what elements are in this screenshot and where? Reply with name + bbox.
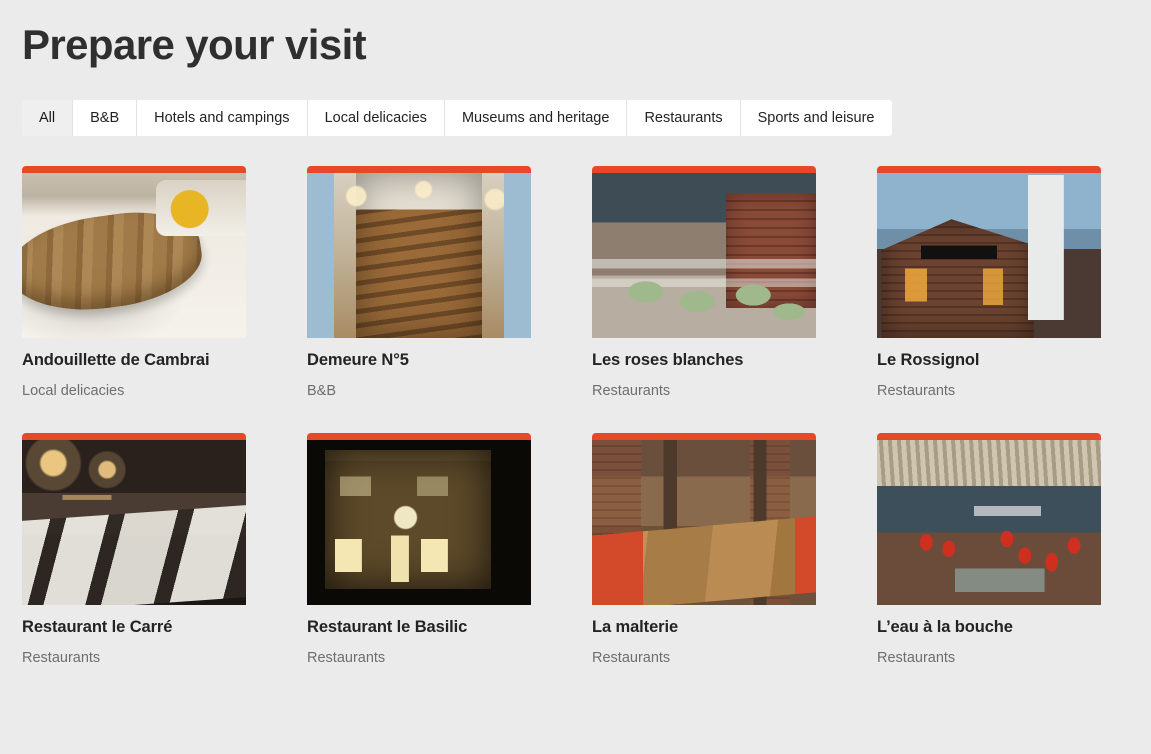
tab-restaurants[interactable]: Restaurants bbox=[627, 100, 741, 136]
card-image-art bbox=[592, 173, 816, 338]
card-title[interactable]: La malterie bbox=[592, 618, 816, 638]
prepare-your-visit-page: Prepare your visit All B&B Hotels and camp… bbox=[0, 0, 1151, 754]
elegant-dining-room-chandeliers-photo[interactable] bbox=[22, 440, 246, 606]
category-filter-tabbar: All B&B Hotels and campings Local delicacie… bbox=[22, 100, 892, 136]
card-title[interactable]: L’eau à la bouche bbox=[877, 618, 1101, 638]
card-image-art bbox=[307, 173, 531, 338]
card-accent-bar bbox=[592, 166, 816, 173]
tab-museums-and-heritage[interactable]: Museums and heritage bbox=[444, 100, 628, 136]
card-title[interactable]: Andouillette de Cambrai bbox=[22, 351, 246, 371]
card-category: Restaurants bbox=[592, 649, 671, 666]
card-title[interactable]: Demeure N°5 bbox=[307, 351, 531, 371]
card-image-art bbox=[22, 173, 246, 338]
card-title[interactable]: Restaurant le Basilic bbox=[307, 618, 531, 638]
listing-card[interactable]: Andouillette de Cambrai Local delicacies bbox=[22, 166, 246, 400]
listing-card[interactable]: La malterie Restaurants bbox=[592, 433, 816, 667]
card-image-art bbox=[307, 440, 531, 606]
listing-card[interactable]: Le Rossignol Restaurants bbox=[877, 166, 1101, 400]
card-category: Restaurants bbox=[877, 649, 956, 666]
card-accent-bar bbox=[877, 433, 1101, 441]
card-category: Restaurants bbox=[307, 649, 386, 666]
card-image-art bbox=[592, 440, 816, 606]
card-accent-bar bbox=[307, 166, 531, 173]
bistro-interior-green-chairs-photo[interactable] bbox=[592, 173, 816, 338]
tab-sports-and-leisure[interactable]: Sports and leisure bbox=[740, 100, 892, 136]
tab-local-delicacies[interactable]: Local delicacies bbox=[307, 100, 445, 136]
card-accent-bar bbox=[592, 433, 816, 441]
card-accent-bar bbox=[22, 166, 246, 173]
tab-hotels-and-campings[interactable]: Hotels and campings bbox=[137, 100, 308, 136]
guesthouse-hallway-staircase-photo[interactable] bbox=[307, 173, 531, 338]
card-title[interactable]: Restaurant le Carré bbox=[22, 618, 246, 638]
listing-card-grid: Andouillette de Cambrai Local delicacies D… bbox=[22, 166, 1129, 667]
brick-restaurant-facade-dusk-photo[interactable] bbox=[877, 173, 1101, 338]
card-accent-bar bbox=[877, 166, 1101, 173]
listing-card[interactable]: Restaurant le Carré Restaurants bbox=[22, 433, 246, 667]
card-accent-bar bbox=[22, 433, 246, 441]
listing-card[interactable]: Restaurant le Basilic Restaurants bbox=[307, 433, 531, 667]
card-accent-bar bbox=[307, 433, 531, 441]
lit-restaurant-facade-night-photo[interactable] bbox=[307, 440, 531, 606]
tab-all[interactable]: All bbox=[22, 100, 74, 136]
card-image-art bbox=[877, 173, 1101, 338]
listing-card[interactable]: Les roses blanches Restaurants bbox=[592, 166, 816, 400]
listing-card[interactable]: L’eau à la bouche Restaurants bbox=[877, 433, 1101, 667]
card-title[interactable]: Le Rossignol bbox=[877, 351, 1101, 371]
tab-b-b[interactable]: B&B bbox=[73, 100, 138, 136]
card-title[interactable]: Les roses blanches bbox=[592, 351, 816, 371]
card-image-art bbox=[22, 440, 246, 606]
card-category: Restaurants bbox=[877, 382, 956, 399]
page-title: Prepare your visit bbox=[22, 21, 367, 68]
card-category: Local delicacies bbox=[22, 382, 125, 399]
card-category: B&B bbox=[307, 382, 337, 399]
listing-card[interactable]: Demeure N°5 B&B bbox=[307, 166, 531, 400]
beamed-dining-hall-red-napkins-photo[interactable] bbox=[877, 440, 1101, 606]
rustic-brick-dining-hall-photo[interactable] bbox=[592, 440, 816, 606]
plate-of-andouillette-sausages-photo[interactable] bbox=[22, 173, 246, 338]
card-category: Restaurants bbox=[22, 649, 101, 666]
card-category: Restaurants bbox=[592, 382, 671, 399]
card-image-art bbox=[877, 440, 1101, 606]
